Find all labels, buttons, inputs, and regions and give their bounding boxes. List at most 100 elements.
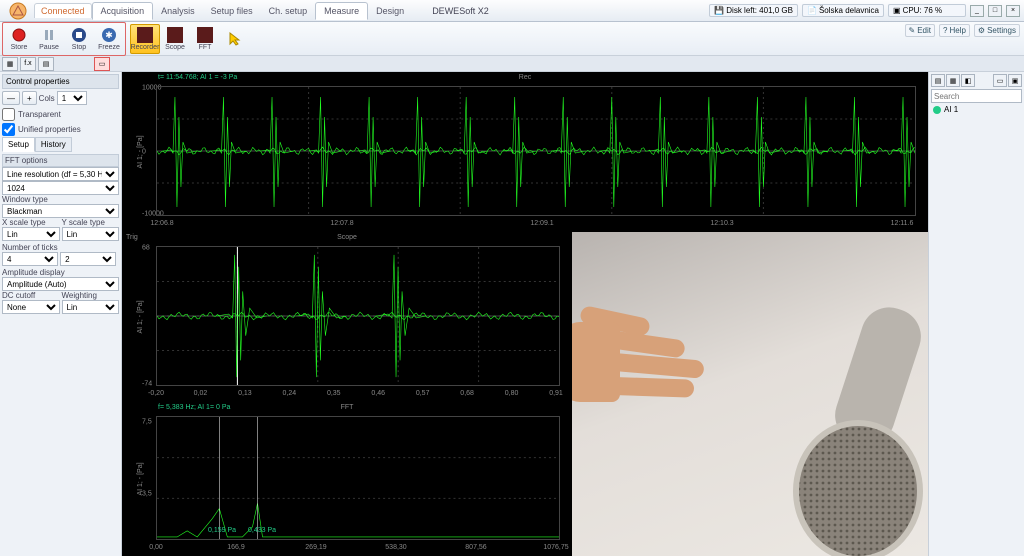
gear-icon: ⚙ [978,26,985,35]
file-icon: 📄 [807,6,817,15]
scope-column: Trig Scope AI 1; - [Pa] 68 -74 [122,232,572,556]
recorder-button[interactable]: Recorder [130,24,160,54]
svg-text:✱: ✱ [105,30,113,40]
cursor-button[interactable] [220,24,250,54]
store-button[interactable]: Store [4,24,34,54]
toolbar: Store Pause Stop ✱Freeze Recorder Scope … [0,22,1024,56]
scope-chart[interactable]: Trig Scope AI 1; - [Pa] 68 -74 [122,232,572,402]
cpu-icon: ▣ [893,6,901,15]
plots-area: t= 11:54.768; AI 1 = -3 Pa Rec AI 1; - [… [122,72,928,556]
tab-ch-setup[interactable]: Ch. setup [261,3,316,19]
scope-button[interactable]: Scope [160,24,190,54]
stop-button[interactable]: Stop [64,24,94,54]
help-link[interactable]: ?Help [939,24,970,37]
channel-search-input[interactable] [931,89,1022,103]
dc-cutoff-label: DC cutoff [2,291,60,300]
fft-button[interactable]: FFT [190,24,220,54]
status-file: 📄Šolska delavnica [802,4,884,17]
fft-chart[interactable]: f= 5,383 Hz; AI 1= 0 Pa FFT AI 1; - [Pa]… [122,402,572,556]
freeze-button[interactable]: ✱Freeze [94,24,124,54]
fft-waveform [157,417,559,539]
help-links: ✎Edit ?Help ⚙Settings [905,24,1020,37]
microphone-image [748,306,928,556]
rec-chart[interactable]: t= 11:54.768; AI 1 = -3 Pa Rec AI 1; - [… [122,72,928,232]
fft-options-label: FFT options [2,154,119,167]
fft-info: f= 5,383 Hz; AI 1= 0 Pa [158,404,230,411]
view-icon-3[interactable]: ▤ [38,57,54,71]
line-res-value-select[interactable]: 1024 [2,181,119,195]
disk-icon: 💾 [714,6,724,15]
ch-icon-1[interactable]: ▤ [931,74,945,87]
close-button[interactable]: × [1006,5,1020,17]
main-area: Control properties — + Cols 1 Transparen… [0,72,1024,556]
view-icon-active[interactable]: ▭ [94,57,110,71]
weighting-label: Weighting [62,291,120,300]
dc-cutoff-select[interactable]: None [2,300,60,314]
ch-icon-5[interactable]: ▣ [1008,74,1022,87]
amp-display-label: Amplitude display [2,268,119,277]
fft-icon [197,27,213,43]
weighting-select[interactable]: Lin [62,300,120,314]
yscale-label: Y scale type [62,218,120,227]
scope-trig-label: Trig [126,234,138,241]
tab-analysis[interactable]: Analysis [153,3,203,19]
view-icon-1[interactable]: ▦ [2,57,18,71]
rec-info: t= 11:54.768; AI 1 = -3 Pa [158,74,237,81]
history-tab[interactable]: History [35,137,72,152]
status-cpu: ▣CPU: 76 % [888,4,966,17]
window-type-label: Window type [2,195,119,204]
tab-acquisition[interactable]: Acquisition [92,2,154,20]
xscale-select[interactable]: Lin [2,227,60,241]
fft-mark-2: 0,433 Pa [248,527,276,534]
scope-icon [167,27,183,43]
channel-name: AI 1 [944,105,958,114]
scope-waveform [157,247,559,385]
ch-icon-4[interactable]: ▭ [993,74,1007,87]
setup-tab[interactable]: Setup [2,137,35,152]
maximize-button[interactable]: □ [988,5,1002,17]
control-properties-panel: Control properties — + Cols 1 Transparen… [0,72,122,556]
edit-link[interactable]: ✎Edit [905,24,936,37]
view-icon-2[interactable]: f.x [20,57,36,71]
remove-col-button[interactable]: — [2,91,20,105]
ch-icon-3[interactable]: ◧ [961,74,975,87]
pencil-icon: ✎ [909,26,916,35]
tab-setup-files[interactable]: Setup files [203,3,261,19]
app-title: DEWESoft X2 [432,6,489,16]
ticks-y-select[interactable]: 2 [60,252,116,266]
panel-title: Control properties [2,74,119,89]
help-icon: ? [943,26,947,35]
add-col-button[interactable]: + [22,91,37,105]
line-res-select[interactable]: Line resolution (df = 5,30 Hz) [2,167,119,181]
unified-checkbox[interactable]: Unified properties [2,122,119,137]
rec-title: Rec [519,74,531,81]
scope-title: Scope [337,234,357,241]
recorder-icon [137,27,153,43]
tab-design[interactable]: Design [368,3,412,19]
view-iconstrip: ▦ f.x ▤ ▭ [0,56,1024,72]
scope-ylabel: AI 1; - [Pa] [137,300,144,333]
transparent-checkbox[interactable]: Transparent [2,107,119,122]
status-connected: Connected [34,3,92,18]
yscale-select[interactable]: Lin [62,227,120,241]
cols-select[interactable]: 1 [57,91,87,105]
ticks-x-select[interactable]: 4 [2,252,58,266]
tab-measure[interactable]: Measure [315,2,368,20]
pause-button[interactable]: Pause [34,24,64,54]
amp-display-select[interactable]: Amplitude (Auto) [2,277,119,291]
channel-row[interactable]: AI 1 [931,103,1022,116]
status-disk: 💾Disk left: 401,0 GB [709,4,798,17]
window-select[interactable]: Blackman [2,204,119,218]
fft-title: FFT [341,404,354,411]
minimize-button[interactable]: _ [970,5,984,17]
settings-link[interactable]: ⚙Settings [974,24,1020,37]
menubar: Connected Acquisition Analysis Setup fil… [0,0,1024,22]
ch-icon-2[interactable]: ▦ [946,74,960,87]
app-orb-icon[interactable] [4,0,32,22]
record-group: Store Pause Stop ✱Freeze [2,22,126,56]
rec-waveform [157,87,915,215]
channel-color-icon [933,106,941,114]
hand-image [580,312,760,422]
camera-view[interactable] [572,232,928,556]
num-ticks-label: Number of ticks [2,243,119,252]
